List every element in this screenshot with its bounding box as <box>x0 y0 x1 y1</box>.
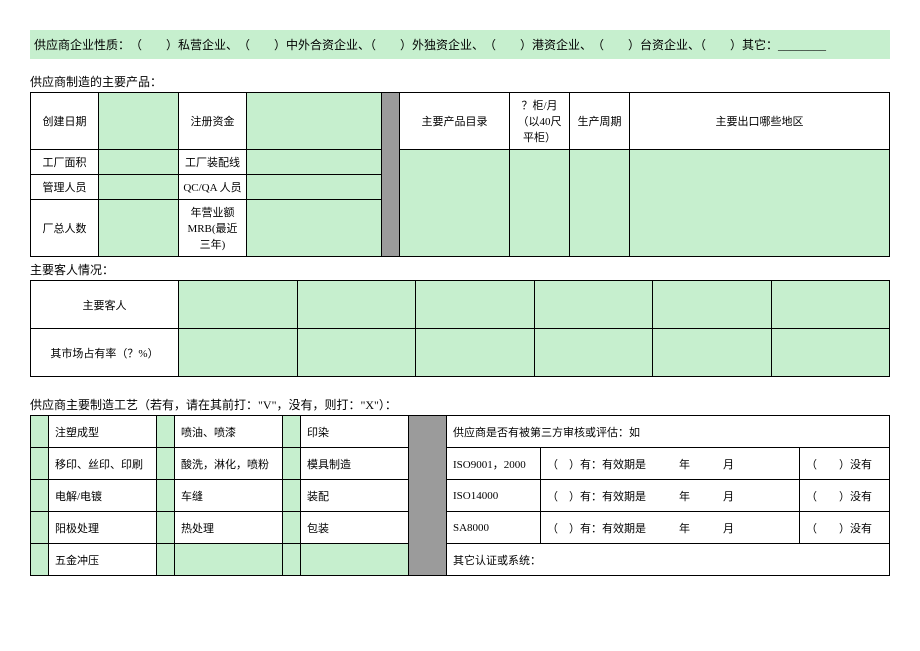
check-cell[interactable] <box>157 480 175 512</box>
fill-cell[interactable] <box>179 281 298 329</box>
process-label: 车缝 <box>175 480 283 512</box>
cell-prod-cycle: 生产周期 <box>570 93 630 150</box>
fill-cell[interactable] <box>99 175 179 200</box>
process-label: 模具制造 <box>301 448 409 480</box>
process-label: 电解/电镀 <box>49 480 157 512</box>
fill-cell[interactable] <box>179 329 298 377</box>
fill-cell[interactable] <box>400 150 510 257</box>
cell-created-date: 创建日期 <box>31 93 99 150</box>
customers-table: 主要客人 其市场占有率（？%） <box>30 280 890 377</box>
check-cell[interactable] <box>157 512 175 544</box>
fill-cell[interactable] <box>99 200 179 257</box>
cert-none[interactable]: （ ）没有 <box>799 512 889 544</box>
cell-market-share: 其市场占有率（？%） <box>31 329 179 377</box>
table-row: 电解/电镀 车缝 装配 ISO14000 （ ）有：有效期是 年 月 （ ）没有 <box>31 480 890 512</box>
section1-title: 供应商制造的主要产品： <box>30 73 890 90</box>
fill-cell[interactable] <box>570 150 630 257</box>
check-cell[interactable] <box>31 512 49 544</box>
divider-col <box>409 416 447 576</box>
fill-cell[interactable] <box>771 281 890 329</box>
fill-cell[interactable] <box>416 281 535 329</box>
other-cert[interactable]: 其它认证或系统： <box>447 544 890 576</box>
cell-mgmt-staff: 管理人员 <box>31 175 99 200</box>
cert-valid[interactable]: （ ）有：有效期是 年 月 <box>541 480 800 512</box>
check-cell[interactable] <box>283 544 301 576</box>
cell-factory-area: 工厂面积 <box>31 150 99 175</box>
fill-cell[interactable] <box>510 150 570 257</box>
process-label: 热处理 <box>175 512 283 544</box>
table-row: 创建日期 注册资金 主要产品目录 ？柜/月（以40尺平柜） 生产周期 主要出口哪… <box>31 93 890 150</box>
cell-main-customers: 主要客人 <box>31 281 179 329</box>
check-cell[interactable] <box>31 480 49 512</box>
cell-container-month: ？柜/月（以40尺平柜） <box>510 93 570 150</box>
fill-cell[interactable] <box>247 200 382 257</box>
process-label: 移印、丝印、印刷 <box>49 448 157 480</box>
fill-cell[interactable] <box>99 93 179 150</box>
cell-reg-capital: 注册资金 <box>179 93 247 150</box>
check-cell[interactable] <box>283 448 301 480</box>
cert-valid[interactable]: （ ）有：有效期是 年 月 <box>541 448 800 480</box>
process-label: 酸洗，淋化，喷粉 <box>175 448 283 480</box>
fill-cell[interactable] <box>99 150 179 175</box>
process-table: 注塑成型 喷油、喷漆 印染 供应商是否有被第三方审核或评估：如 移印、丝印、印刷… <box>30 415 890 576</box>
process-label: 五金冲压 <box>49 544 157 576</box>
cell-assembly-line: 工厂装配线 <box>179 150 247 175</box>
check-cell[interactable] <box>31 448 49 480</box>
divider-col <box>382 93 400 257</box>
fill-cell[interactable] <box>653 281 772 329</box>
fill-cell[interactable] <box>175 544 283 576</box>
table-row: 五金冲压 其它认证或系统： <box>31 544 890 576</box>
cert-name: ISO14000 <box>447 480 541 512</box>
table-row: 主要客人 <box>31 281 890 329</box>
process-label: 装配 <box>301 480 409 512</box>
fill-cell[interactable] <box>247 175 382 200</box>
fill-cell[interactable] <box>297 329 416 377</box>
fill-cell[interactable] <box>416 329 535 377</box>
main-products-table: 创建日期 注册资金 主要产品目录 ？柜/月（以40尺平柜） 生产周期 主要出口哪… <box>30 92 890 257</box>
table-row: 移印、丝印、印刷 酸洗，淋化，喷粉 模具制造 ISO9001，2000 （ ）有… <box>31 448 890 480</box>
process-label: 喷油、喷漆 <box>175 416 283 448</box>
fill-cell[interactable] <box>630 150 890 257</box>
cell-export-region: 主要出口哪些地区 <box>630 93 890 150</box>
table-row: 阳极处理 热处理 包装 SA8000 （ ）有：有效期是 年 月 （ ）没有 <box>31 512 890 544</box>
process-label: 包装 <box>301 512 409 544</box>
check-cell[interactable] <box>283 480 301 512</box>
cert-none[interactable]: （ ）没有 <box>799 448 889 480</box>
process-label: 阳极处理 <box>49 512 157 544</box>
table-row: 其市场占有率（？%） <box>31 329 890 377</box>
cert-none[interactable]: （ ）没有 <box>799 480 889 512</box>
cert-valid[interactable]: （ ）有：有效期是 年 月 <box>541 512 800 544</box>
fill-cell[interactable] <box>771 329 890 377</box>
enterprise-nature-banner: 供应商企业性质： （ ）私营企业、 （ ）中外合资企业、（ ）外独资企业、 （ … <box>30 30 890 59</box>
cert-name: ISO9001，2000 <box>447 448 541 480</box>
check-cell[interactable] <box>157 448 175 480</box>
fill-cell[interactable] <box>534 329 653 377</box>
process-label: 印染 <box>301 416 409 448</box>
cell-total-staff: 厂总人数 <box>31 200 99 257</box>
fill-cell[interactable] <box>534 281 653 329</box>
table-row: 工厂面积 工厂装配线 <box>31 150 890 175</box>
check-cell[interactable] <box>31 416 49 448</box>
check-cell[interactable] <box>283 416 301 448</box>
fill-cell[interactable] <box>301 544 409 576</box>
check-cell[interactable] <box>157 544 175 576</box>
check-cell[interactable] <box>31 544 49 576</box>
fill-cell[interactable] <box>297 281 416 329</box>
cell-main-catalog: 主要产品目录 <box>400 93 510 150</box>
cell-qcqa-staff: QC/QA 人员 <box>179 175 247 200</box>
section2-title: 主要客人情况： <box>30 261 890 278</box>
section3-title: 供应商主要制造工艺（若有，请在其前打："V"，没有，则打："X"）： <box>30 396 890 413</box>
cell-annual-revenue: 年营业额MRB(最近三年) <box>179 200 247 257</box>
cert-name: SA8000 <box>447 512 541 544</box>
process-label: 注塑成型 <box>49 416 157 448</box>
table-row: 注塑成型 喷油、喷漆 印染 供应商是否有被第三方审核或评估：如 <box>31 416 890 448</box>
check-cell[interactable] <box>283 512 301 544</box>
fill-cell[interactable] <box>247 93 382 150</box>
audit-header: 供应商是否有被第三方审核或评估：如 <box>447 416 890 448</box>
check-cell[interactable] <box>157 416 175 448</box>
fill-cell[interactable] <box>653 329 772 377</box>
fill-cell[interactable] <box>247 150 382 175</box>
